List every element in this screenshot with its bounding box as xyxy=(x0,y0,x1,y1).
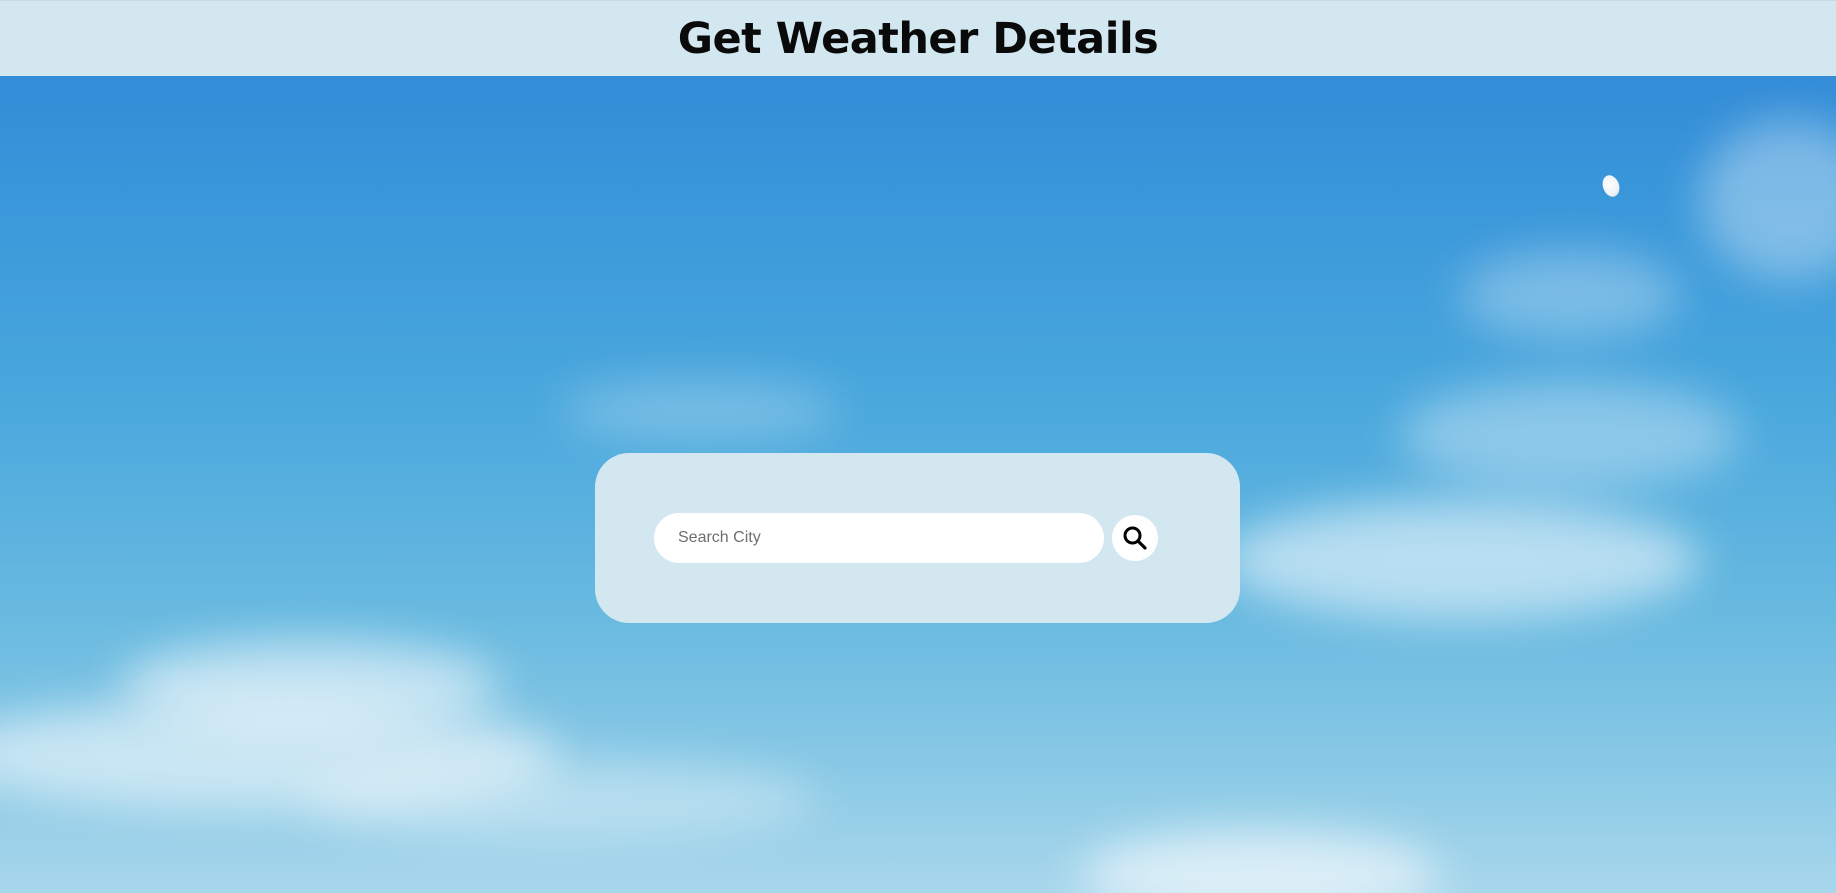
sky-background xyxy=(0,0,1836,893)
search-panel xyxy=(595,453,1240,623)
search-city-input[interactable] xyxy=(654,513,1104,563)
moon-image xyxy=(1599,172,1623,200)
search-button[interactable] xyxy=(1112,515,1158,561)
page-header: Get Weather Details xyxy=(0,0,1836,76)
search-icon xyxy=(1122,525,1148,551)
page-title: Get Weather Details xyxy=(677,13,1159,64)
